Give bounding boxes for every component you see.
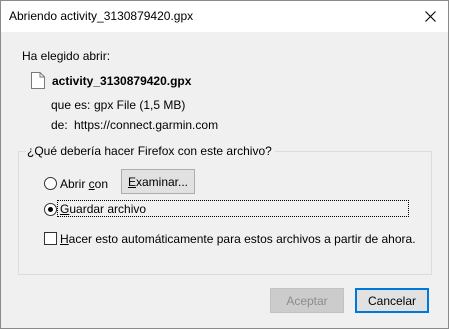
browse-button-accel: E xyxy=(127,174,136,189)
close-button[interactable] xyxy=(412,1,448,32)
accept-button[interactable]: Aceptar xyxy=(270,288,344,313)
from-value: https://connect.garmin.com xyxy=(74,118,219,132)
type-value: gpx File (1,5 MB) xyxy=(94,98,186,112)
open-with-label-post: on xyxy=(94,177,109,191)
open-with-label[interactable]: Abrir con xyxy=(60,177,108,191)
save-file-label-rest: uardar archivo xyxy=(69,202,147,216)
auto-action-label-rest: acer esto automáticamente para estos arc… xyxy=(68,232,416,246)
open-with-label-pre: Abrir xyxy=(60,177,89,191)
auto-action-checkbox[interactable] xyxy=(44,232,57,245)
browse-button-label-rest: xaminar... xyxy=(135,174,189,189)
intro-heading: Ha elegido abrir: xyxy=(22,49,111,63)
close-icon xyxy=(425,11,436,22)
action-group-title: ¿Qué debería hacer Firefox con este arch… xyxy=(26,144,275,158)
accept-button-label: Aceptar xyxy=(286,293,328,308)
cancel-button[interactable]: Cancelar xyxy=(355,288,429,313)
auto-action-label[interactable]: Hacer esto automáticamente para estos ar… xyxy=(60,232,416,246)
open-with-radio[interactable] xyxy=(44,177,57,190)
type-label: que es: xyxy=(51,98,91,112)
title-bar[interactable]: Abriendo activity_3130879420.gpx xyxy=(1,1,448,32)
browse-button[interactable]: Examinar... xyxy=(121,169,195,194)
file-icon xyxy=(31,72,45,89)
auto-action-label-accel: H xyxy=(60,232,69,246)
save-file-label[interactable]: Guardar archivo xyxy=(60,202,146,216)
browse-button-label: Examinar... xyxy=(128,175,188,189)
radio-selected-dot xyxy=(48,207,53,212)
window-title: Abriendo activity_3130879420.gpx xyxy=(9,9,194,23)
cancel-button-label: Cancelar xyxy=(367,293,417,308)
file-name: activity_3130879420.gpx xyxy=(52,74,192,88)
from-label: de: xyxy=(51,118,68,132)
save-file-radio[interactable] xyxy=(44,203,57,216)
save-file-label-accel: G xyxy=(60,202,70,216)
download-dialog: Abriendo activity_3130879420.gpx Ha eleg… xyxy=(0,0,449,329)
